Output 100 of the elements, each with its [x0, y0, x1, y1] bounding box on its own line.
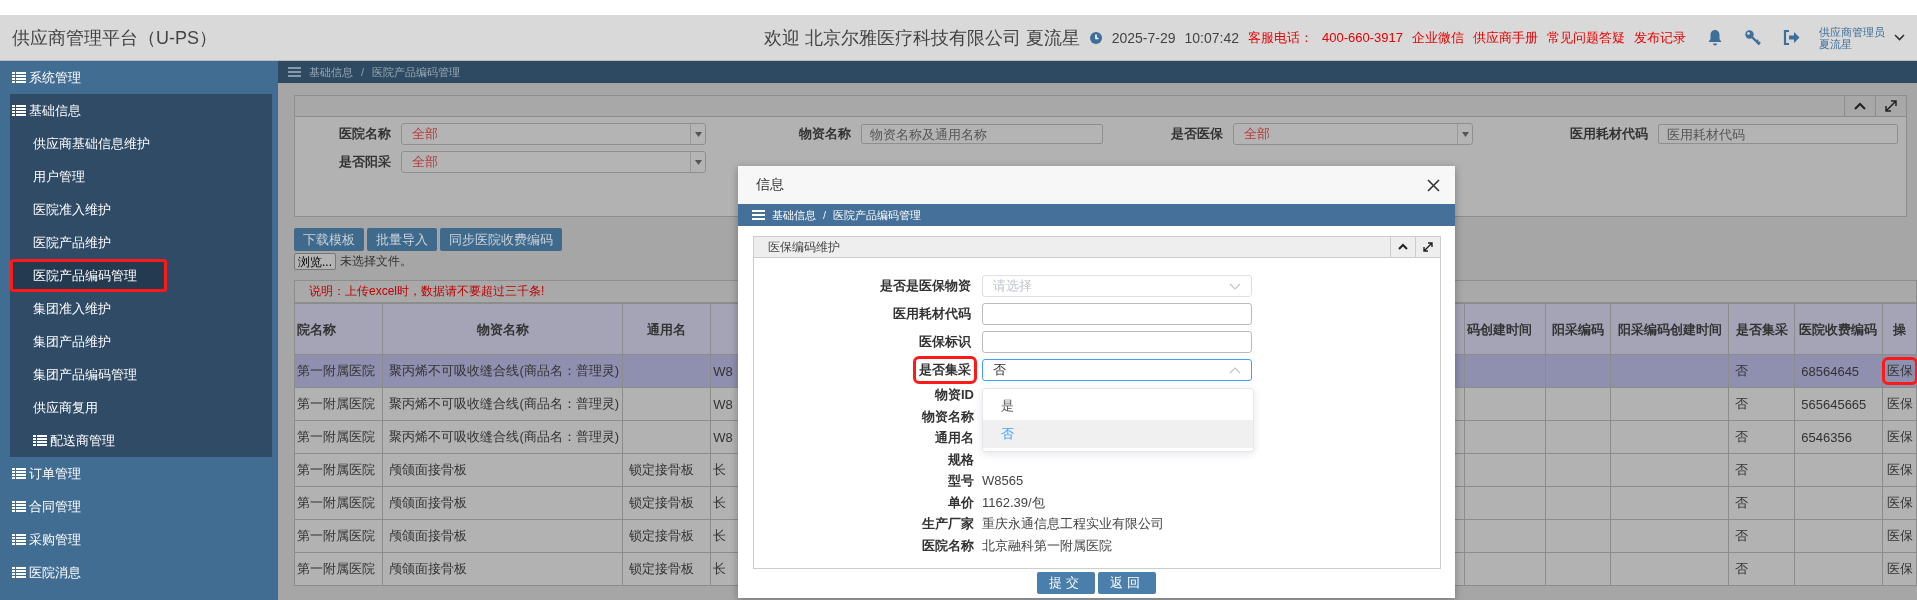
dropdown-arrow-icon [1461, 131, 1469, 137]
sidebar-item[interactable]: 订单管理 [0, 457, 278, 490]
sidebar-item[interactable]: 基础信息 [10, 94, 272, 127]
column-header: 操 [1882, 303, 1917, 355]
sidebar-item[interactable]: 配送商管理 [10, 424, 272, 457]
dropdown-arrow-icon [694, 131, 702, 137]
filter-input[interactable]: 医用耗材代码 [1658, 124, 1898, 144]
header-link[interactable]: 供应商手册 [1473, 28, 1538, 47]
table-cell: 第一附属医院 [297, 396, 375, 411]
column-header: 院名称 [294, 303, 383, 355]
table-cell: 68564645 [1801, 363, 1860, 379]
toolbar-button[interactable]: 同步医院收费编码 [440, 228, 562, 251]
sidebar-item[interactable]: 系统管理 [0, 61, 278, 94]
detail-label: 型号 [948, 473, 974, 488]
table-cell: 第一附属医院 [297, 561, 375, 576]
list-icon [12, 567, 26, 578]
table-cell: 聚丙烯不可吸收缝合线(商品名：普理灵) [389, 363, 620, 378]
column-header: 医院收费编码 [1794, 303, 1883, 355]
column-header: 是否集采 [1728, 303, 1795, 355]
text-field[interactable] [982, 303, 1252, 325]
header-link[interactable]: 发布记录 [1634, 28, 1686, 47]
sidebar-item[interactable]: 集团产品维护 [10, 325, 272, 358]
table-cell: 颅颌面接骨板 [389, 462, 468, 477]
toolbar-button[interactable]: 批量导入 [367, 228, 437, 251]
detail-label: 规格 [948, 451, 974, 467]
table-cell: 第一附属医院 [297, 363, 375, 378]
select-field[interactable]: 否 [982, 359, 1252, 381]
file-status: 未选择文件。 [340, 253, 412, 270]
filter-select[interactable]: 全部 [401, 151, 706, 173]
filter-input[interactable]: 物资名称及通用名称 [861, 124, 1103, 144]
table-cell: 否 [1734, 561, 1748, 576]
text-field[interactable] [982, 331, 1252, 353]
field-label: 医用耗材代码 [892, 305, 972, 323]
field-label: 是否是医保物资 [879, 277, 972, 295]
sidebar-item[interactable]: 医院产品维护 [10, 226, 272, 259]
dialog-button[interactable]: 提交 [1037, 572, 1095, 594]
table-cell: 颅颌面接骨板 [389, 561, 468, 576]
sidebar-item[interactable]: 采购管理 [0, 523, 278, 556]
table-cell: 锁定接骨板 [628, 495, 694, 510]
chevron-up-icon [1229, 366, 1241, 374]
breadcrumb-link[interactable]: 基础信息 [772, 207, 816, 223]
header-link[interactable]: 常见问题答疑 [1547, 28, 1625, 47]
app-title: 供应商管理平台（U-PS） [12, 26, 217, 50]
breadcrumb-link[interactable]: 医院产品编码管理 [372, 64, 461, 80]
sidebar-item[interactable]: 供应商复用 [10, 391, 272, 424]
column-header: 通用名 [622, 303, 711, 355]
dropdown-option[interactable]: 是 [983, 392, 1253, 420]
column-header: 码创建时间 [1464, 303, 1546, 355]
breadcrumb-link[interactable]: 基础信息 [309, 64, 353, 80]
table-cell: 锁定接骨板 [628, 528, 694, 543]
list-icon [12, 468, 26, 479]
header-link[interactable]: 企业微信 [1412, 28, 1464, 47]
sidebar-item[interactable]: 医院准入维护 [10, 193, 272, 226]
toolbar-button[interactable]: 下载模板 [294, 228, 364, 251]
filter-select[interactable]: 全部 [1233, 123, 1473, 145]
bell-icon[interactable] [1707, 29, 1723, 46]
table-cell: 6546356 [1801, 429, 1852, 445]
column-header: 阳采编码 [1545, 303, 1611, 355]
dialog-button[interactable]: 返回 [1098, 572, 1156, 594]
table-cell: 聚丙烯不可吸收缝合线(商品名：普理灵) [389, 396, 620, 411]
detail-label: 物资名称 [922, 408, 974, 424]
sidebar-item[interactable]: 集团产品编码管理 [10, 358, 272, 391]
menu-icon[interactable] [288, 67, 301, 77]
panel-title: 医保编码维护 [768, 238, 840, 256]
sidebar-item[interactable]: 医院消息 [0, 556, 278, 589]
table-cell: W8 [713, 363, 733, 379]
filter-select[interactable]: 全部 [401, 123, 706, 145]
chevron-down-icon [1229, 282, 1241, 290]
browse-button[interactable]: 浏览... [294, 253, 336, 270]
breadcrumb-link[interactable]: 医院产品编码管理 [833, 207, 922, 223]
column-header: 物资名称 [383, 303, 623, 355]
breadcrumb-separator: / [823, 209, 827, 221]
detail-label: 生产厂家 [922, 516, 974, 531]
table-cell: 锁定接骨板 [628, 561, 694, 576]
list-icon [12, 534, 26, 545]
sidebar-item[interactable]: 合同管理 [0, 490, 278, 523]
breadcrumb-separator: / [361, 66, 365, 78]
sidebar-item[interactable]: 集团准入维护 [10, 292, 272, 325]
key-icon[interactable] [1744, 29, 1762, 46]
table-cell: 第一附属医院 [297, 528, 375, 543]
sidebar-item[interactable]: 医院产品编码管理 [10, 259, 167, 292]
table-cell: 否 [1734, 462, 1748, 477]
table-cell: 第一附属医院 [297, 462, 375, 477]
dialog-title: 信息 [756, 176, 784, 194]
filter-label: 医院名称 [338, 125, 391, 143]
column-header: 阳采编码创建时间 [1610, 303, 1729, 355]
detail-label: 物资ID [935, 387, 974, 402]
sidebar-item[interactable]: 用户管理 [10, 160, 272, 193]
hotline-label: 客服电话： [1248, 28, 1314, 47]
sidebar-item[interactable]: 供应商基础信息维护 [10, 127, 272, 160]
close-icon[interactable] [1427, 178, 1440, 192]
detail-label: 单价 [948, 494, 974, 510]
menu-icon[interactable] [752, 210, 765, 220]
filter-label: 是否阳采 [338, 153, 391, 171]
table-cell: 第一附属医院 [297, 429, 375, 444]
time-text: 10:07:42 [1184, 29, 1240, 46]
table-cell: 565645665 [1801, 396, 1867, 412]
table-cell: 否 [1734, 396, 1748, 411]
logout-icon[interactable] [1783, 30, 1800, 45]
caret-icon[interactable] [1894, 34, 1905, 41]
